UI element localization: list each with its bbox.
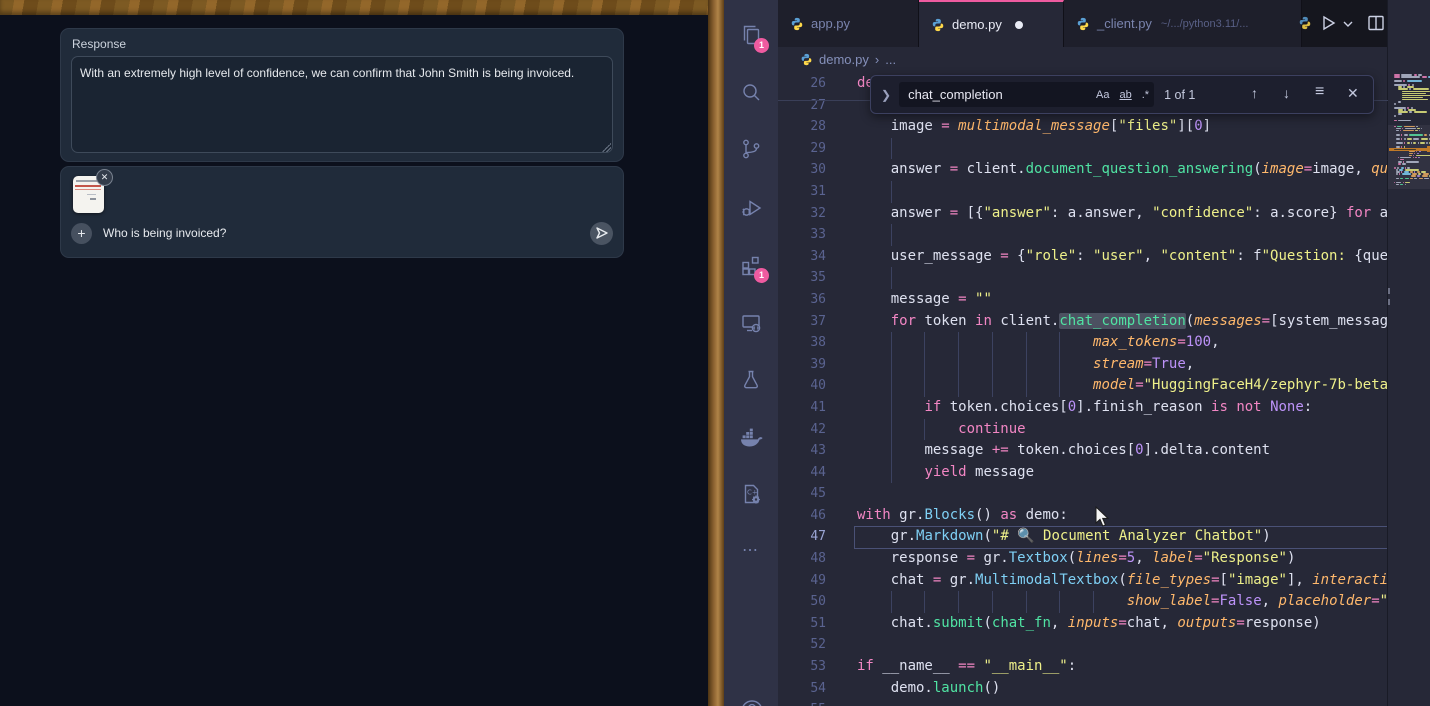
code-line: 44yield message — [724, 462, 1388, 484]
code-line: 51chat.submit(chat_fn, inputs=chat, outp… — [724, 613, 1388, 635]
code-line: 28image = multimodal_message["files"][0] — [724, 116, 1388, 138]
minimap[interactable] — [1387, 0, 1430, 706]
breadcrumb-separator: › — [875, 52, 879, 67]
tab-path: ~/.../python3.11/... — [1161, 18, 1249, 30]
find-in-selection-button[interactable]: ≡ — [1315, 83, 1324, 101]
run-dropdown-chevron[interactable] — [1342, 18, 1354, 30]
code-line: 40model="HuggingFaceH4/zephyr-7b-beta"): — [724, 375, 1388, 397]
code-lines[interactable]: 26def chat_fn(multimodal_message):27ques… — [724, 73, 1388, 706]
code-line: 41if token.choices[0].finish_reason is n… — [724, 397, 1388, 419]
chat-input[interactable]: Who is being invoiced? — [103, 226, 226, 240]
explorer-badge: 1 — [754, 38, 769, 53]
code-line: 38max_tokens=100, — [724, 332, 1388, 354]
find-widget: ❯ chat_completion Aa ab .* 1 of 1 ↑ ↓ ≡ … — [870, 75, 1374, 114]
send-icon — [595, 226, 609, 240]
breadcrumb-more[interactable]: ... — [885, 52, 896, 67]
tab-app-py[interactable]: app.py — [778, 0, 919, 47]
overview-ruler-mark — [1388, 299, 1390, 305]
tab-label: app.py — [811, 16, 850, 31]
code-line: 46with gr.Blocks() as demo: — [724, 505, 1388, 527]
match-case-toggle[interactable]: Aa — [1096, 89, 1109, 101]
remove-attachment-button[interactable]: ✕ — [96, 169, 113, 186]
regex-toggle[interactable]: .* — [1142, 89, 1149, 101]
code-line: 50show_label=False, placeholder="Upload … — [724, 591, 1388, 613]
run-python-file-button[interactable] — [1318, 13, 1338, 33]
breadcrumb-file[interactable]: demo.py — [819, 52, 869, 67]
find-input[interactable]: chat_completion Aa ab .* — [899, 82, 1154, 107]
tab-label: _client.py — [1097, 16, 1152, 31]
screen: Response With an extremely high level of… — [0, 0, 1430, 706]
python-icon — [790, 17, 804, 31]
response-label: Response — [72, 37, 126, 51]
split-editor-button[interactable] — [1366, 13, 1386, 33]
code-line: 42continue — [724, 419, 1388, 441]
code-line: 55 — [724, 699, 1388, 706]
code-line: 52 — [724, 634, 1388, 656]
response-textarea[interactable]: With an extremely high level of confiden… — [71, 56, 613, 153]
unsaved-dot[interactable] — [1015, 21, 1023, 29]
code-line: 43message += token.choices[0].delta.cont… — [724, 440, 1388, 462]
code-line: 39stream=True, — [724, 354, 1388, 376]
overview-ruler-mark — [1388, 288, 1390, 294]
code-line: 53if __name__ == "__main__": — [724, 656, 1388, 678]
gradio-app-window: Response With an extremely high level of… — [0, 15, 708, 706]
python-icon — [1076, 17, 1090, 31]
textarea-resize-handle[interactable] — [602, 143, 611, 152]
code-line: 54demo.launch() — [724, 678, 1388, 700]
desktop-wallpaper-gap — [708, 0, 724, 706]
close-find-button[interactable]: ✕ — [1347, 85, 1359, 102]
code-line: 32answer = [{"answer": a.answer, "confid… — [724, 203, 1388, 225]
tab-client-py[interactable]: _client.py ~/.../python3.11/... — [1064, 0, 1302, 47]
tab-label: demo.py — [952, 17, 1002, 32]
next-match-button[interactable]: ↓ — [1283, 85, 1290, 101]
code-line: 37for token in client.chat_completion(me… — [724, 311, 1388, 333]
explorer-activity-button[interactable]: 1 — [724, 8, 778, 62]
vscode-window: 1 — [724, 0, 1430, 706]
code-line: 31 — [724, 181, 1388, 203]
code-line: 36message = "" — [724, 289, 1388, 311]
python-icon-partial — [1298, 16, 1312, 30]
code-line: 48response = gr.Textbox(lines=5, label="… — [724, 548, 1388, 570]
python-icon — [931, 18, 945, 32]
find-query[interactable]: chat_completion — [899, 87, 1091, 102]
desktop-wallpaper-strip — [0, 0, 710, 15]
find-results-count: 1 of 1 — [1164, 88, 1195, 102]
code-line: 45 — [724, 483, 1388, 505]
python-icon — [800, 53, 813, 66]
tab-demo-py[interactable]: demo.py — [919, 0, 1064, 47]
breadcrumb[interactable]: demo.py › ... — [778, 47, 1388, 72]
add-file-button[interactable]: + — [71, 223, 92, 244]
toggle-replace-chevron[interactable]: ❯ — [881, 88, 891, 102]
send-button[interactable] — [590, 222, 613, 245]
code-line: 47gr.Markdown("# 🔍 Document Analyzer Cha… — [724, 526, 1388, 548]
previous-match-button[interactable]: ↑ — [1251, 85, 1258, 101]
whole-word-toggle[interactable]: ab — [1119, 89, 1131, 101]
response-block: Response With an extremely high level of… — [60, 28, 624, 162]
code-line: 33 — [724, 224, 1388, 246]
code-line: 30answer = client.document_question_answ… — [724, 159, 1388, 181]
multimodal-input-block: ✕ + Who is being invoiced? — [60, 166, 624, 258]
code-line: 29 — [724, 138, 1388, 160]
code-line: 34user_message = {"role": "user", "conte… — [724, 246, 1388, 268]
code-line: 35 — [724, 267, 1388, 289]
code-line: 49chat = gr.MultimodalTextbox(file_types… — [724, 570, 1388, 592]
tab-bar: app.py demo.py _client.py ~/.../python3.… — [778, 0, 1430, 47]
